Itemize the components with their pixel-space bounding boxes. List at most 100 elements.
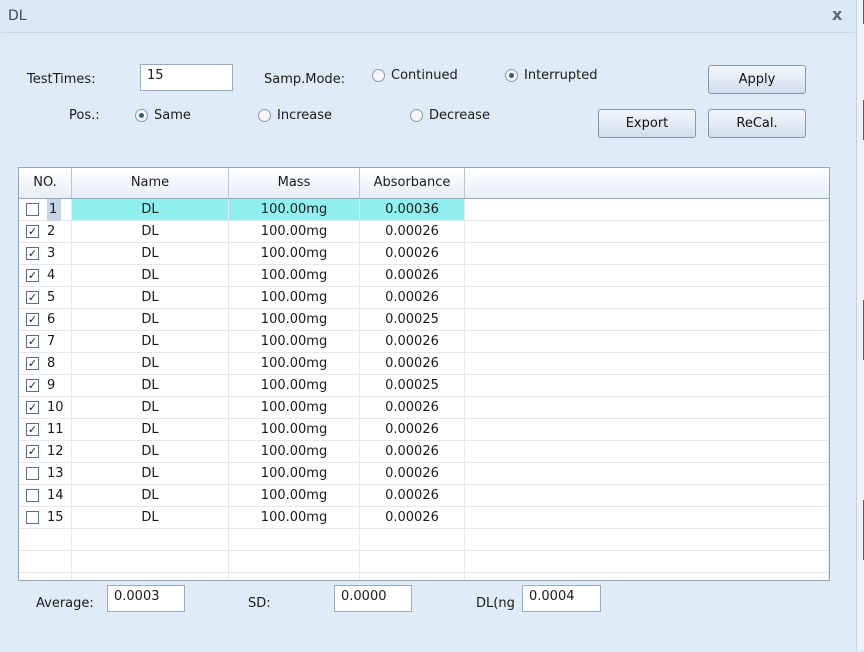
apply-button[interactable]: Apply <box>708 65 806 94</box>
cell-mass: 100.00mg <box>229 331 360 353</box>
checkbox-checked-icon[interactable]: ✓ <box>26 225 39 238</box>
checkbox-checked-icon[interactable]: ✓ <box>26 401 39 414</box>
cell-name: DL <box>72 419 229 441</box>
cell-name: DL <box>72 397 229 419</box>
radio-circle-icon <box>372 69 385 82</box>
table-row[interactable]: ✓ 6 DL 100.00mg 0.00025 <box>19 309 829 331</box>
pos-label: Pos.: <box>69 108 100 123</box>
radio-continued-label: Continued <box>391 68 458 83</box>
radio-same[interactable]: Same <box>135 108 191 123</box>
table-row[interactable]: 1 DL 100.00mg 0.00036 <box>19 199 829 221</box>
row-number-cell: ✓ 8 <box>19 353 72 375</box>
empty-cell <box>19 573 72 580</box>
table-row[interactable]: ✓ 11 DL 100.00mg 0.00026 <box>19 419 829 441</box>
row-number: 7 <box>47 334 56 349</box>
cell-filler <box>465 463 829 485</box>
cell-filler <box>465 243 829 265</box>
table-row[interactable]: ✓ 10 DL 100.00mg 0.00026 <box>19 397 829 419</box>
cell-name: DL <box>72 441 229 463</box>
radio-continued[interactable]: Continued <box>372 68 458 83</box>
table-row[interactable]: 15 DL 100.00mg 0.00026 <box>19 507 829 529</box>
row-number-cell: 1 <box>19 199 72 221</box>
column-header-no[interactable]: NO. <box>19 168 72 198</box>
recal-button[interactable]: ReCal. <box>708 109 806 138</box>
close-icon[interactable]: x <box>832 5 842 24</box>
radio-decrease[interactable]: Decrease <box>410 108 490 123</box>
row-number: 15 <box>47 510 64 525</box>
row-number-cell: ✓ 11 <box>19 419 72 441</box>
table-row[interactable]: ✓ 4 DL 100.00mg 0.00026 <box>19 265 829 287</box>
background-window-edge <box>856 0 864 651</box>
radio-circle-selected-icon <box>135 109 148 122</box>
table-row[interactable]: ✓ 9 DL 100.00mg 0.00025 <box>19 375 829 397</box>
cell-mass: 100.00mg <box>229 353 360 375</box>
cell-mass: 100.00mg <box>229 221 360 243</box>
results-table[interactable]: NO. Name Mass Absorbance 1 DL 100.00mg 0.00… <box>18 167 830 581</box>
row-number: 12 <box>47 444 64 459</box>
column-header-mass[interactable]: Mass <box>229 168 360 198</box>
row-number: 2 <box>47 224 56 239</box>
checkbox-checked-icon[interactable]: ✓ <box>26 269 39 282</box>
table-row[interactable]: 14 DL 100.00mg 0.00026 <box>19 485 829 507</box>
checkbox-icon[interactable] <box>26 203 39 216</box>
row-number: 6 <box>47 312 56 327</box>
row-number-cell: ✓ 3 <box>19 243 72 265</box>
cell-filler <box>465 309 829 331</box>
sd-field[interactable]: 0.0000 <box>334 585 412 612</box>
row-number: 9 <box>47 378 56 393</box>
cell-name: DL <box>72 287 229 309</box>
cell-mass: 100.00mg <box>229 309 360 331</box>
radio-circle-icon <box>410 109 423 122</box>
table-row[interactable]: ✓ 3 DL 100.00mg 0.00026 <box>19 243 829 265</box>
cell-name: DL <box>72 463 229 485</box>
cell-absorbance: 0.00026 <box>360 221 465 243</box>
checkbox-checked-icon[interactable]: ✓ <box>26 379 39 392</box>
row-number-cell: 14 <box>19 485 72 507</box>
cell-absorbance: 0.00026 <box>360 353 465 375</box>
title-bar: DL x <box>0 0 856 32</box>
checkbox-icon[interactable] <box>26 489 39 502</box>
test-times-input[interactable]: 15 <box>140 64 233 91</box>
checkbox-icon[interactable] <box>26 467 39 480</box>
cell-mass: 100.00mg <box>229 287 360 309</box>
table-row[interactable]: ✓ 8 DL 100.00mg 0.00026 <box>19 353 829 375</box>
empty-cell <box>360 551 465 573</box>
empty-cell <box>72 551 229 573</box>
empty-cell <box>72 529 229 551</box>
cell-filler <box>465 441 829 463</box>
checkbox-checked-icon[interactable]: ✓ <box>26 357 39 370</box>
row-number-cell: ✓ 10 <box>19 397 72 419</box>
column-header-name[interactable]: Name <box>72 168 229 198</box>
table-row[interactable]: 13 DL 100.00mg 0.00026 <box>19 463 829 485</box>
empty-row <box>19 551 829 573</box>
checkbox-checked-icon[interactable]: ✓ <box>26 423 39 436</box>
checkbox-checked-icon[interactable]: ✓ <box>26 335 39 348</box>
table-row[interactable]: ✓ 12 DL 100.00mg 0.00026 <box>19 441 829 463</box>
cell-filler <box>465 397 829 419</box>
cell-filler <box>465 419 829 441</box>
checkbox-checked-icon[interactable]: ✓ <box>26 247 39 260</box>
radio-interrupted-label: Interrupted <box>524 68 598 83</box>
average-field[interactable]: 0.0003 <box>107 585 185 612</box>
empty-cell <box>229 573 360 580</box>
cell-mass: 100.00mg <box>229 507 360 529</box>
checkbox-checked-icon[interactable]: ✓ <box>26 313 39 326</box>
window-title: DL <box>8 8 27 24</box>
row-number-cell: ✓ 7 <box>19 331 72 353</box>
dl-field[interactable]: 0.0004 <box>522 585 601 612</box>
radio-interrupted[interactable]: Interrupted <box>505 68 597 83</box>
empty-cell <box>229 529 360 551</box>
column-header-absorbance[interactable]: Absorbance <box>360 168 465 198</box>
table-row[interactable]: ✓ 7 DL 100.00mg 0.00026 <box>19 331 829 353</box>
cell-filler <box>465 375 829 397</box>
checkbox-checked-icon[interactable]: ✓ <box>26 445 39 458</box>
cell-absorbance: 0.00025 <box>360 309 465 331</box>
radio-increase[interactable]: Increase <box>258 108 332 123</box>
checkbox-icon[interactable] <box>26 511 39 524</box>
table-row[interactable]: ✓ 2 DL 100.00mg 0.00026 <box>19 221 829 243</box>
export-button[interactable]: Export <box>598 109 696 138</box>
cell-mass: 100.00mg <box>229 441 360 463</box>
table-row[interactable]: ✓ 5 DL 100.00mg 0.00026 <box>19 287 829 309</box>
checkbox-checked-icon[interactable]: ✓ <box>26 291 39 304</box>
cell-mass: 100.00mg <box>229 243 360 265</box>
